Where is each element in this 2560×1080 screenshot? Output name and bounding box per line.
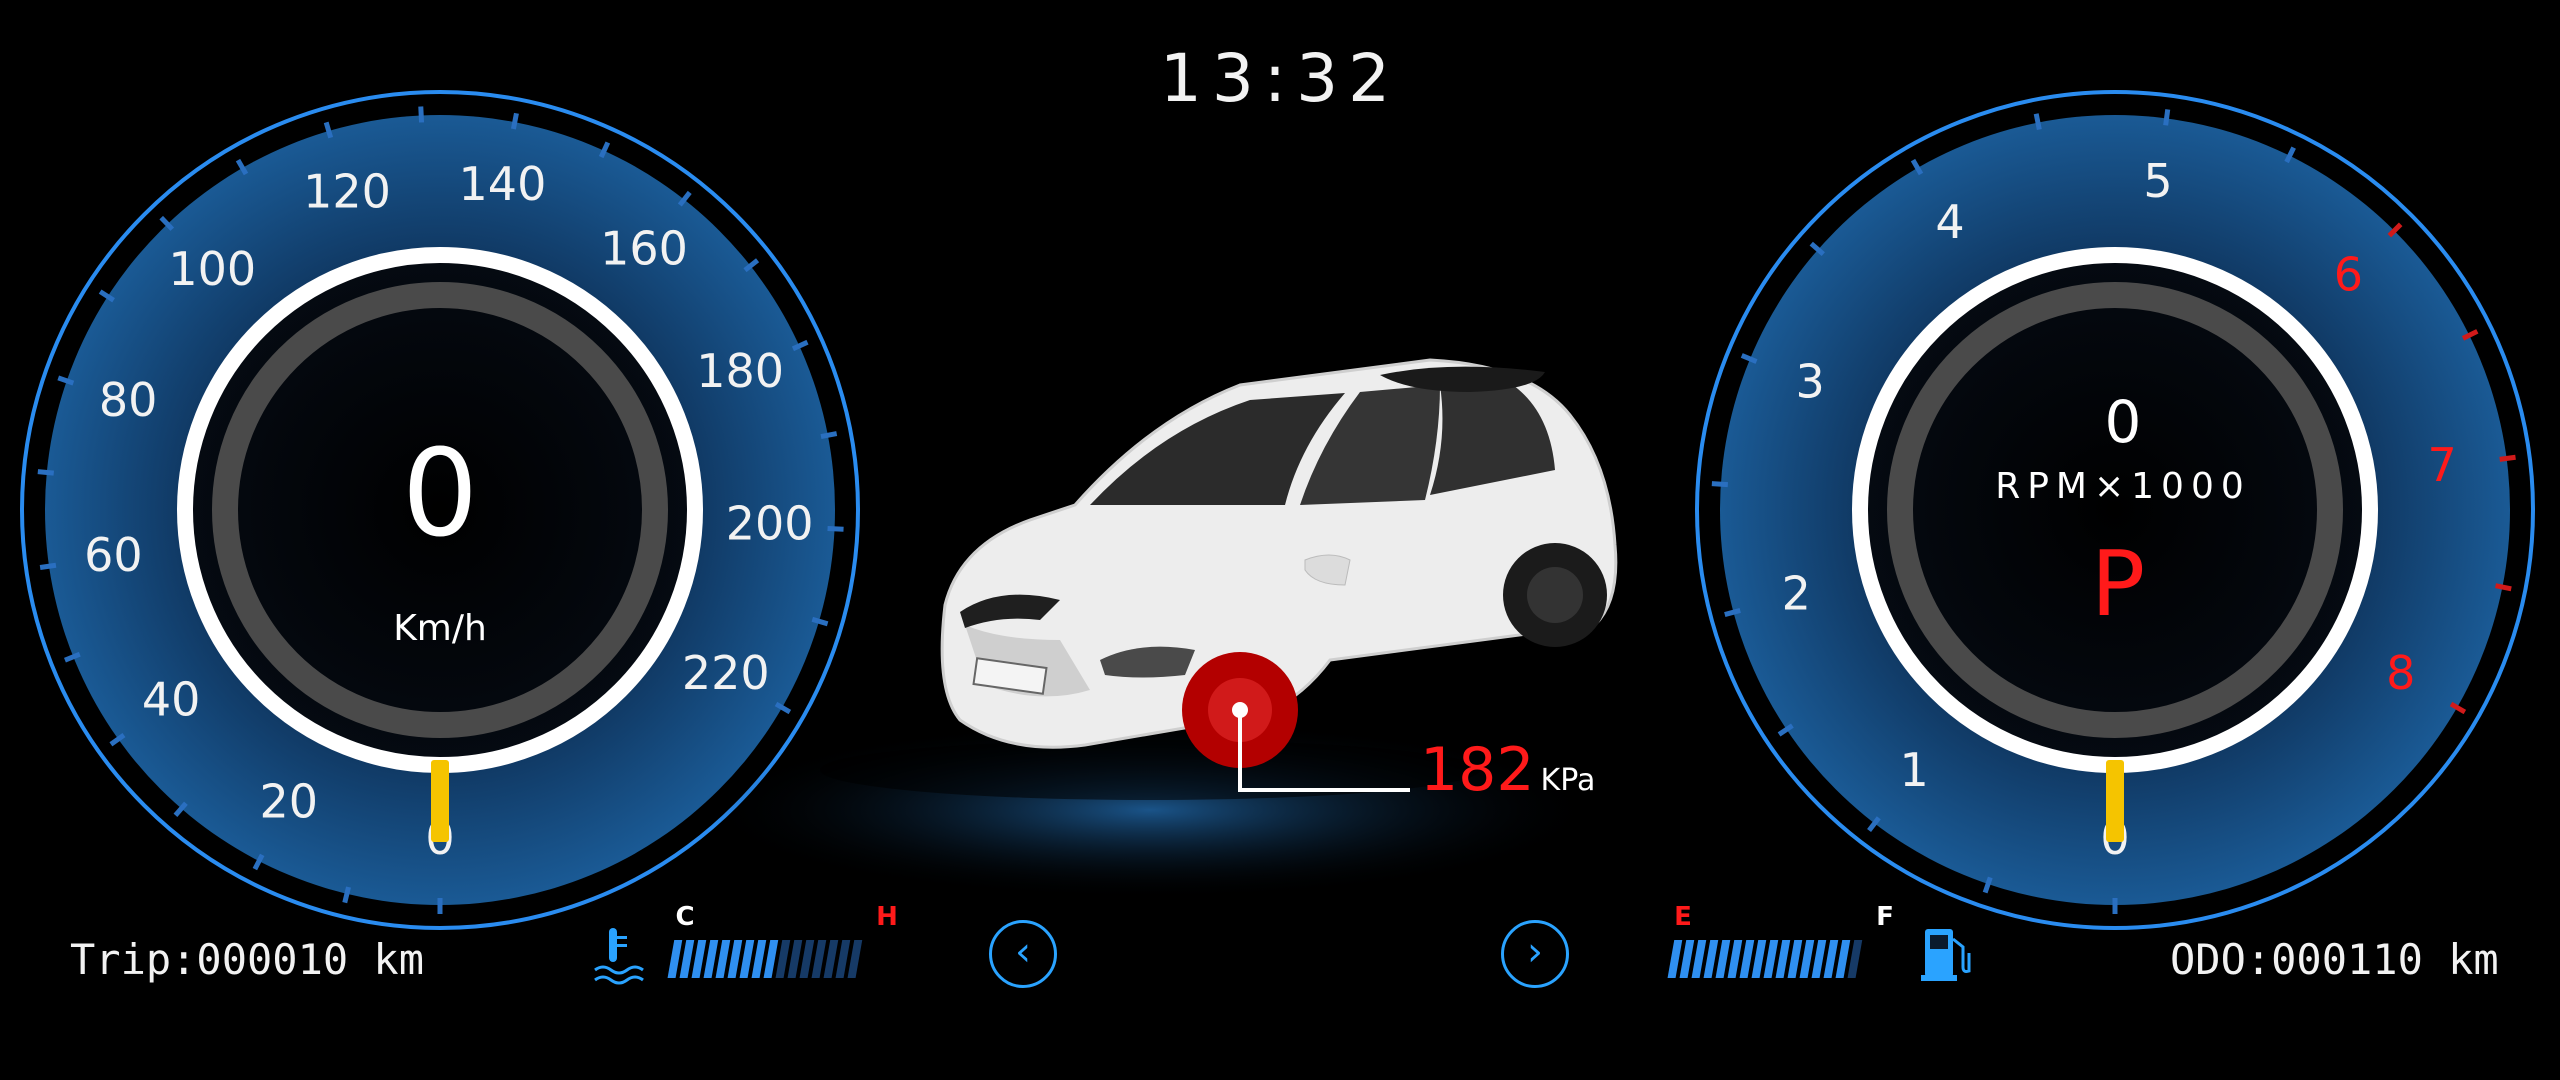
speed-tick-label: 220 [682,646,770,700]
fuel-segment [1751,940,1767,978]
temp-segment [703,940,719,978]
rpm-tick-mark [2033,113,2042,130]
speed-tick-label: 120 [303,164,391,218]
speed-tick-label: 20 [260,774,319,828]
temp-segment [751,940,767,978]
temp-segment [763,940,779,978]
chevron-right-icon: › [1527,929,1543,975]
temp-segment [715,940,731,978]
temp-segment [835,940,851,978]
fuel-segment [1703,940,1719,978]
speed-tick-mark [827,525,844,532]
tachometer-needle [2106,760,2124,842]
tachometer: 012345678 0 RPM×1000 P [1695,90,2535,930]
speed-tick-label: 160 [600,222,688,276]
car-illustration [700,358,1618,900]
temp-segment [679,940,695,978]
rpm-tick-mark [2163,109,2171,126]
speed-tick-mark [418,106,425,123]
rpm-tick-label: 4 [1935,195,1964,249]
speed-tick-label: 140 [459,157,547,211]
rpm-tick-label: 2 [1782,566,1811,620]
fuel-segment [1787,940,1803,978]
speed-tick-label: 100 [168,242,256,296]
temp-segment [823,940,839,978]
fuel-segment [1847,940,1863,978]
temp-segment [811,940,827,978]
speed-tick-mark [820,431,838,440]
temp-segment [787,940,803,978]
next-page-button[interactable]: › [1501,920,1569,988]
temp-segment [847,940,863,978]
gear-indicator: P [2091,532,2145,637]
rpm-tick-label: 7 [2428,438,2457,492]
speed-value: 0 [402,425,478,564]
odometer: ODO:000110 km [2170,935,2499,984]
rpm-unit: RPM×1000 [1995,466,2251,507]
speed-tick-label: 200 [726,497,814,551]
fuel-segment [1811,940,1827,978]
fuel-segment [1775,940,1791,978]
fuel-full-label: F [1876,902,1894,932]
speed-unit: Km/h [393,608,487,649]
speed-tick-label: 80 [99,373,158,427]
clock: 13:32 [1159,40,1401,117]
speed-tick-mark [510,112,519,130]
speedometer-needle [431,760,449,842]
rear-wheel-hub [1527,567,1583,623]
rpm-tick-label: 3 [1795,355,1824,409]
speed-tick-label: 60 [84,528,143,582]
rpm-tick-label: 5 [2143,154,2172,208]
temp-hot-label: H [876,902,898,932]
rpm-tick-label: 8 [2386,646,2415,700]
temp-bar-segments [667,940,863,978]
tachometer-white-ring [1852,247,2378,773]
fuel-segment [1763,940,1779,978]
rpm-tick-mark [2495,583,2512,592]
fuel-pump-icon [1921,929,1971,981]
temp-segment [775,940,791,978]
fuel-gauge: E F [1667,902,1971,981]
cluster-canvas: 020406080100120140160180200220 0 Km/h 01… [20,90,2535,985]
rpm-value: 0 [2105,388,2142,456]
fuel-segment [1823,940,1839,978]
temp-segment [667,940,683,978]
tire-pressure-readout: 182 KPa [1420,735,1595,805]
fuel-segment [1835,940,1851,978]
speed-tick-mark [37,469,54,476]
speed-tick-mark [39,562,57,570]
thermometer-icon [594,928,644,985]
fuel-empty-label: E [1674,902,1692,932]
trip-meter: Trip:000010 km [70,935,425,984]
tire-pressure-unit: KPa [1540,763,1596,798]
temp-segment [691,940,707,978]
fuel-bar-segments [1667,940,1863,978]
fuel-segment [1667,940,1683,978]
chevron-left-icon: ‹ [1015,929,1031,975]
tire-pressure-value: 182 [1420,735,1535,805]
speed-tick-label: 40 [142,672,201,726]
temp-cold-label: C [675,902,694,932]
fuel-segment [1799,940,1815,978]
temp-segment [739,940,755,978]
rpm-tick-mark [1711,481,1728,488]
fuel-segment [1679,940,1695,978]
fuel-segment [1715,940,1731,978]
rpm-tick-label: 1 [1899,743,1928,797]
rpm-tick-label: 6 [2334,248,2363,302]
fuel-segment [1691,940,1707,978]
speed-tick-label: 180 [696,344,784,398]
fuel-segment [1739,940,1755,978]
rpm-tick-mark [2499,454,2516,462]
temp-segment [727,940,743,978]
previous-page-button[interactable]: ‹ [989,920,1057,988]
fuel-segment [1727,940,1743,978]
coolant-temperature-gauge: C H [594,902,898,985]
temp-segment [799,940,815,978]
